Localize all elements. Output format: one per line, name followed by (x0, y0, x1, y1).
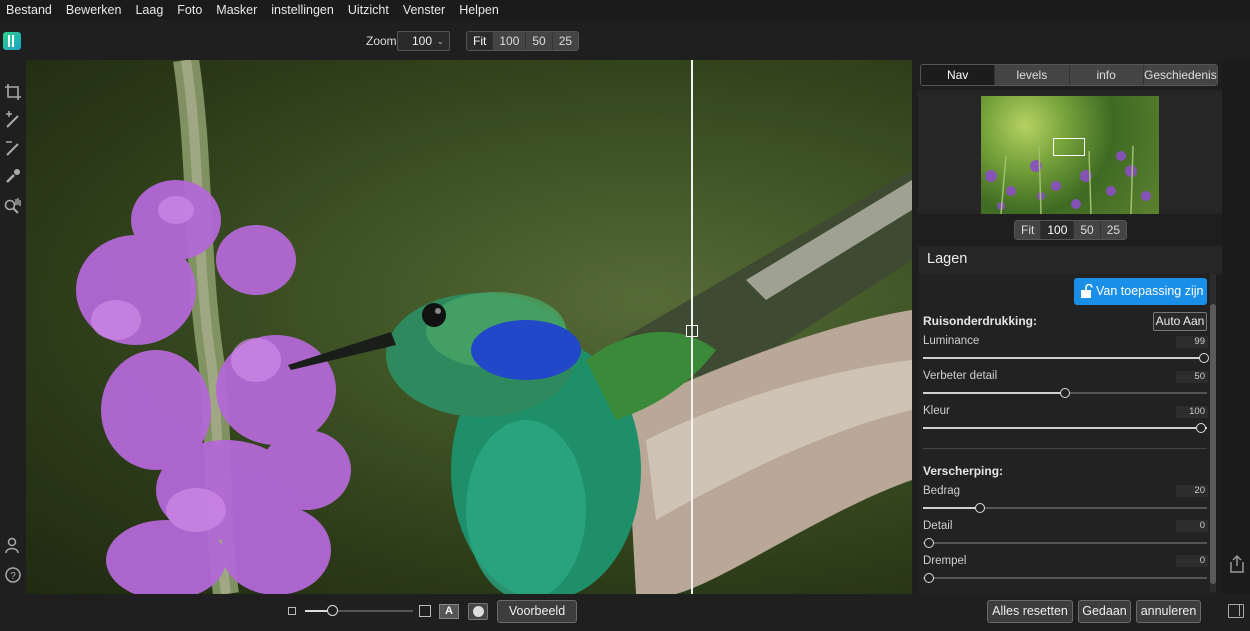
amount-value[interactable]: 20 (1176, 485, 1208, 497)
menu-bewerken[interactable]: Bewerken (60, 0, 130, 20)
zoom-50-button[interactable]: 50 (525, 32, 552, 50)
zoom-100-button[interactable]: 100 (492, 32, 526, 50)
menu-foto[interactable]: Foto (171, 0, 210, 20)
circle-mask-icon[interactable] (468, 603, 488, 620)
amount-slider-knob[interactable] (974, 503, 985, 513)
brush-size-slider[interactable] (305, 605, 413, 616)
nav-zoom-100-button[interactable]: 100 (1040, 221, 1074, 239)
hummingbird-photo (76, 60, 912, 594)
detail-enhance-slider[interactable] (923, 388, 1207, 398)
threshold-slider-knob[interactable] (923, 573, 934, 583)
zoom-label: Zoom (366, 34, 397, 48)
tab-nav[interactable]: Nav (921, 65, 995, 85)
zoom-fit-button[interactable]: Fit (467, 32, 493, 50)
done-button[interactable]: Gedaan (1078, 600, 1131, 623)
a-toggle[interactable]: A (439, 604, 459, 619)
side-rail (1222, 60, 1250, 594)
brush-size-knob[interactable] (327, 605, 338, 616)
sharpen-detail-slider-knob[interactable] (923, 538, 934, 548)
tool-rail: ? (0, 60, 26, 594)
navigator-viewport-box[interactable] (1053, 138, 1085, 156)
menu-instellingen[interactable]: instellingen (265, 0, 342, 20)
preview-button[interactable]: Voorbeeld (497, 600, 577, 623)
help-icon[interactable]: ? (3, 565, 23, 585)
color-value[interactable]: 100 (1176, 406, 1208, 418)
magic-brush-icon[interactable] (3, 166, 23, 186)
luminance-label: Luminance (923, 335, 980, 347)
reset-all-button[interactable]: Alles resetten (987, 600, 1073, 623)
export-icon[interactable] (1228, 554, 1246, 574)
toolbar: Zoom 100 ⌄ Fit 100 50 25 (0, 20, 1250, 60)
menu-venster[interactable]: Venster (397, 0, 453, 20)
toggle-panel-icon[interactable] (1228, 604, 1244, 618)
bottom-bar: A Voorbeeld Alles resetten Gedaan annule… (0, 594, 1250, 631)
auto-on-button[interactable]: Auto Aan (1153, 312, 1207, 331)
amount-slider[interactable] (923, 503, 1207, 513)
brush-plus-icon[interactable] (3, 110, 23, 130)
detail-enhance-label: Verbeter detail (923, 370, 998, 382)
svg-text:?: ? (10, 571, 16, 582)
chevron-down-icon: ⌄ (436, 36, 444, 46)
sharpen-title: Verscherping: (923, 464, 1004, 478)
noise-title: Ruisonderdrukking: (923, 314, 1038, 328)
threshold-value[interactable]: 0 (1176, 555, 1208, 567)
menu-uitzicht[interactable]: Uitzicht (342, 0, 397, 20)
layers-title: Lagen (927, 251, 968, 267)
tab-geschiedenis[interactable]: Geschiedenis (1142, 65, 1217, 85)
tab-levels[interactable]: levels (994, 65, 1069, 85)
layers-header: Lagen (918, 246, 1222, 274)
detail-enhance-value[interactable]: 50 (1176, 371, 1208, 383)
zoom-value: 100 (412, 34, 433, 48)
image-canvas[interactable] (26, 60, 912, 594)
zoom-presets: Fit 100 50 25 (466, 31, 580, 51)
app-logo-icon[interactable] (3, 32, 21, 50)
luminance-slider[interactable] (923, 353, 1210, 363)
zoom-25-button[interactable]: 25 (551, 32, 579, 50)
menu-masker[interactable]: Masker (210, 0, 265, 20)
zoom-hand-icon[interactable] (3, 196, 23, 216)
navigator (918, 90, 1222, 214)
nav-zoom-50-button[interactable]: 50 (1073, 221, 1100, 239)
menu-bar: Bestand Bewerken Laag Foto Masker instel… (0, 0, 1250, 20)
apply-label: Van toepassing zijn (1096, 284, 1204, 298)
luminance-value[interactable]: 99 (1176, 336, 1208, 348)
amount-label: Bedrag (923, 485, 961, 497)
zoom-select[interactable]: 100 ⌄ (397, 31, 450, 51)
color-label: Kleur (923, 405, 950, 417)
color-slider[interactable] (923, 423, 1207, 433)
nav-zoom-25-button[interactable]: 25 (1099, 221, 1127, 239)
menu-helpen[interactable]: Helpen (453, 0, 507, 20)
navigator-zoom-presets: Fit 100 50 25 (1014, 220, 1128, 240)
navigator-thumbnail[interactable] (981, 96, 1159, 214)
sharpen-detail-value[interactable]: 0 (1176, 520, 1208, 532)
threshold-label: Drempel (923, 555, 967, 567)
nav-zoom-fit-button[interactable]: Fit (1015, 221, 1041, 239)
apply-button[interactable]: Van toepassing zijn (1074, 278, 1207, 305)
user-icon[interactable] (3, 536, 23, 556)
menu-bestand[interactable]: Bestand (0, 0, 60, 20)
detail-enhance-slider-knob[interactable] (1060, 388, 1070, 398)
cancel-button[interactable]: annuleren (1136, 600, 1201, 623)
large-size-icon[interactable] (419, 605, 431, 617)
unlock-icon (1081, 284, 1093, 298)
sharpen-detail-slider[interactable] (923, 538, 1207, 548)
color-slider-knob[interactable] (1196, 423, 1207, 433)
right-panel: Nav levels info Geschiedenis Fit 100 50 … (912, 60, 1250, 594)
section-divider (923, 448, 1207, 449)
menu-laag[interactable]: Laag (129, 0, 171, 20)
crop-icon[interactable] (3, 82, 23, 102)
sharpen-detail-label: Detail (923, 520, 953, 532)
noise-sharpen-panel: Van toepassing zijn Ruisonderdrukking: A… (918, 274, 1214, 594)
brush-minus-icon[interactable] (3, 138, 23, 158)
split-view-handle[interactable] (686, 325, 698, 337)
small-size-icon[interactable] (288, 607, 296, 615)
panel-scrollbar[interactable] (1210, 274, 1216, 592)
luminance-slider-knob[interactable] (1199, 353, 1210, 363)
tab-info[interactable]: info (1068, 65, 1143, 85)
panel-tabs: Nav levels info Geschiedenis (920, 64, 1218, 86)
threshold-slider[interactable] (923, 573, 1207, 583)
